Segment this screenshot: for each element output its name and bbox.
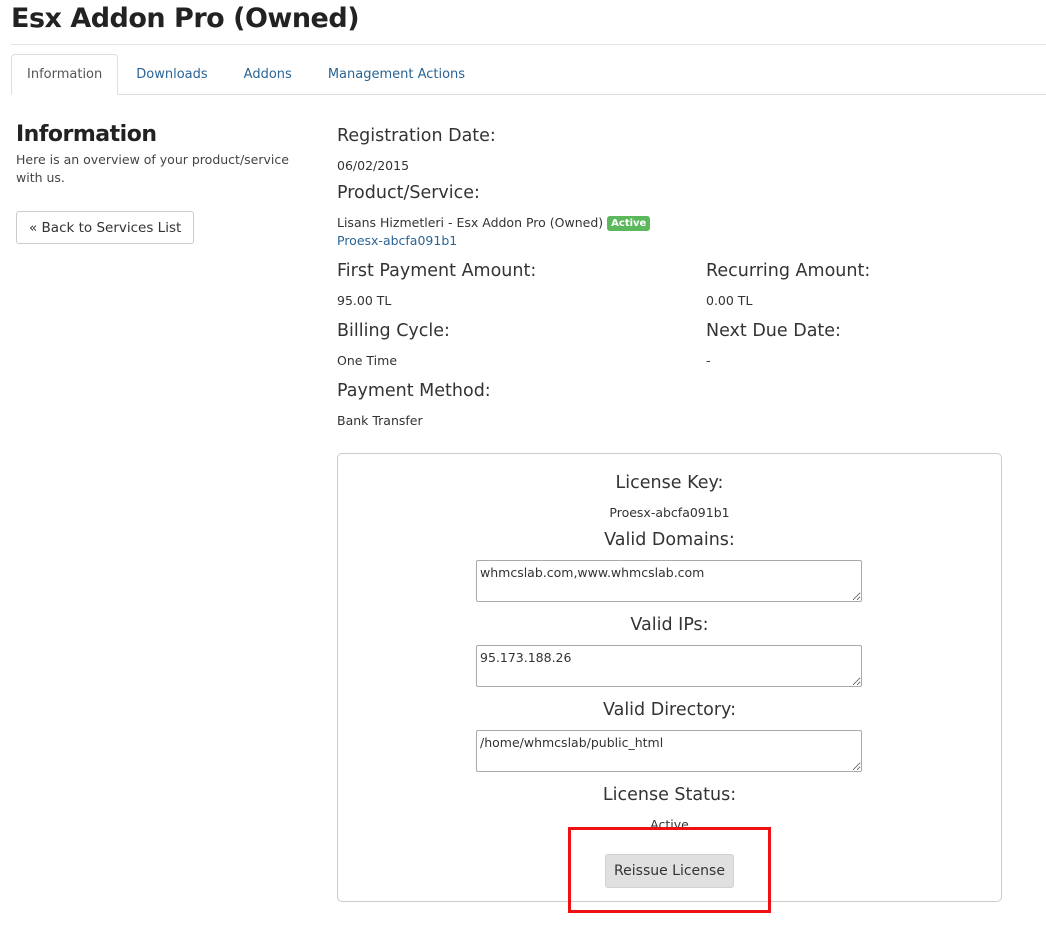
title-divider: [11, 44, 1046, 45]
next-due-date-label: Next Due Date:: [706, 321, 841, 341]
tab-downloads[interactable]: Downloads: [118, 54, 225, 94]
valid-ips-label: Valid IPs:: [630, 615, 709, 635]
tab-addons[interactable]: Addons: [226, 54, 310, 94]
valid-domains-field[interactable]: whmcslab.com,www.whmcslab.com: [476, 560, 862, 602]
valid-domains-label: Valid Domains:: [604, 530, 735, 550]
billing-cycle-label: Billing Cycle:: [337, 321, 450, 341]
billing-cycle-value: One Time: [337, 353, 398, 368]
sidebar: Information Here is an overview of your …: [16, 122, 316, 244]
next-due-date-value: -: [706, 353, 711, 368]
tab-management-actions[interactable]: Management Actions: [310, 54, 483, 94]
page-title: Esx Addon Pro (Owned): [11, 3, 360, 34]
license-panel: License Key: Proesx-abcfa091b1 Valid Dom…: [337, 453, 1002, 902]
sidebar-description: Here is an overview of your product/serv…: [16, 152, 289, 185]
back-to-services-button[interactable]: « Back to Services List: [16, 211, 195, 244]
tab-information[interactable]: Information: [11, 54, 119, 95]
valid-ips-field[interactable]: 95.173.188.26: [476, 645, 862, 687]
product-service-name: Lisans Hizmetleri - Esx Addon Pro (Owned…: [337, 215, 604, 230]
status-badge: Active: [607, 216, 651, 231]
registration-date-label: Registration Date:: [337, 126, 496, 146]
product-service-label: Product/Service:: [337, 183, 480, 203]
sidebar-title: Information: [16, 122, 157, 147]
valid-directory-field[interactable]: /home/whmcslab/public_html: [476, 730, 862, 772]
payment-method-label: Payment Method:: [337, 381, 491, 401]
tab-bar: Information Downloads Addons Management …: [11, 54, 1046, 95]
license-status-label: License Status:: [602, 785, 737, 805]
valid-directory-label: Valid Directory:: [602, 700, 736, 720]
product-domain-link[interactable]: Proesx-abcfa091b1: [337, 233, 457, 248]
first-payment-value: 95.00 TL: [337, 293, 392, 308]
reissue-license-button[interactable]: Reissue License: [605, 854, 734, 888]
recurring-amount-label: Recurring Amount:: [706, 261, 871, 281]
first-payment-label: First Payment Amount:: [337, 261, 537, 281]
product-service-value: Lisans Hizmetleri - Esx Addon Pro (Owned…: [337, 215, 651, 231]
license-key-value: Proesx-abcfa091b1: [609, 505, 730, 520]
payment-method-value: Bank Transfer: [337, 413, 423, 428]
recurring-amount-value: 0.00 TL: [706, 293, 753, 308]
registration-date-value: 06/02/2015: [337, 158, 410, 173]
license-status-value: Active: [650, 817, 689, 832]
license-key-label: License Key:: [615, 473, 724, 493]
